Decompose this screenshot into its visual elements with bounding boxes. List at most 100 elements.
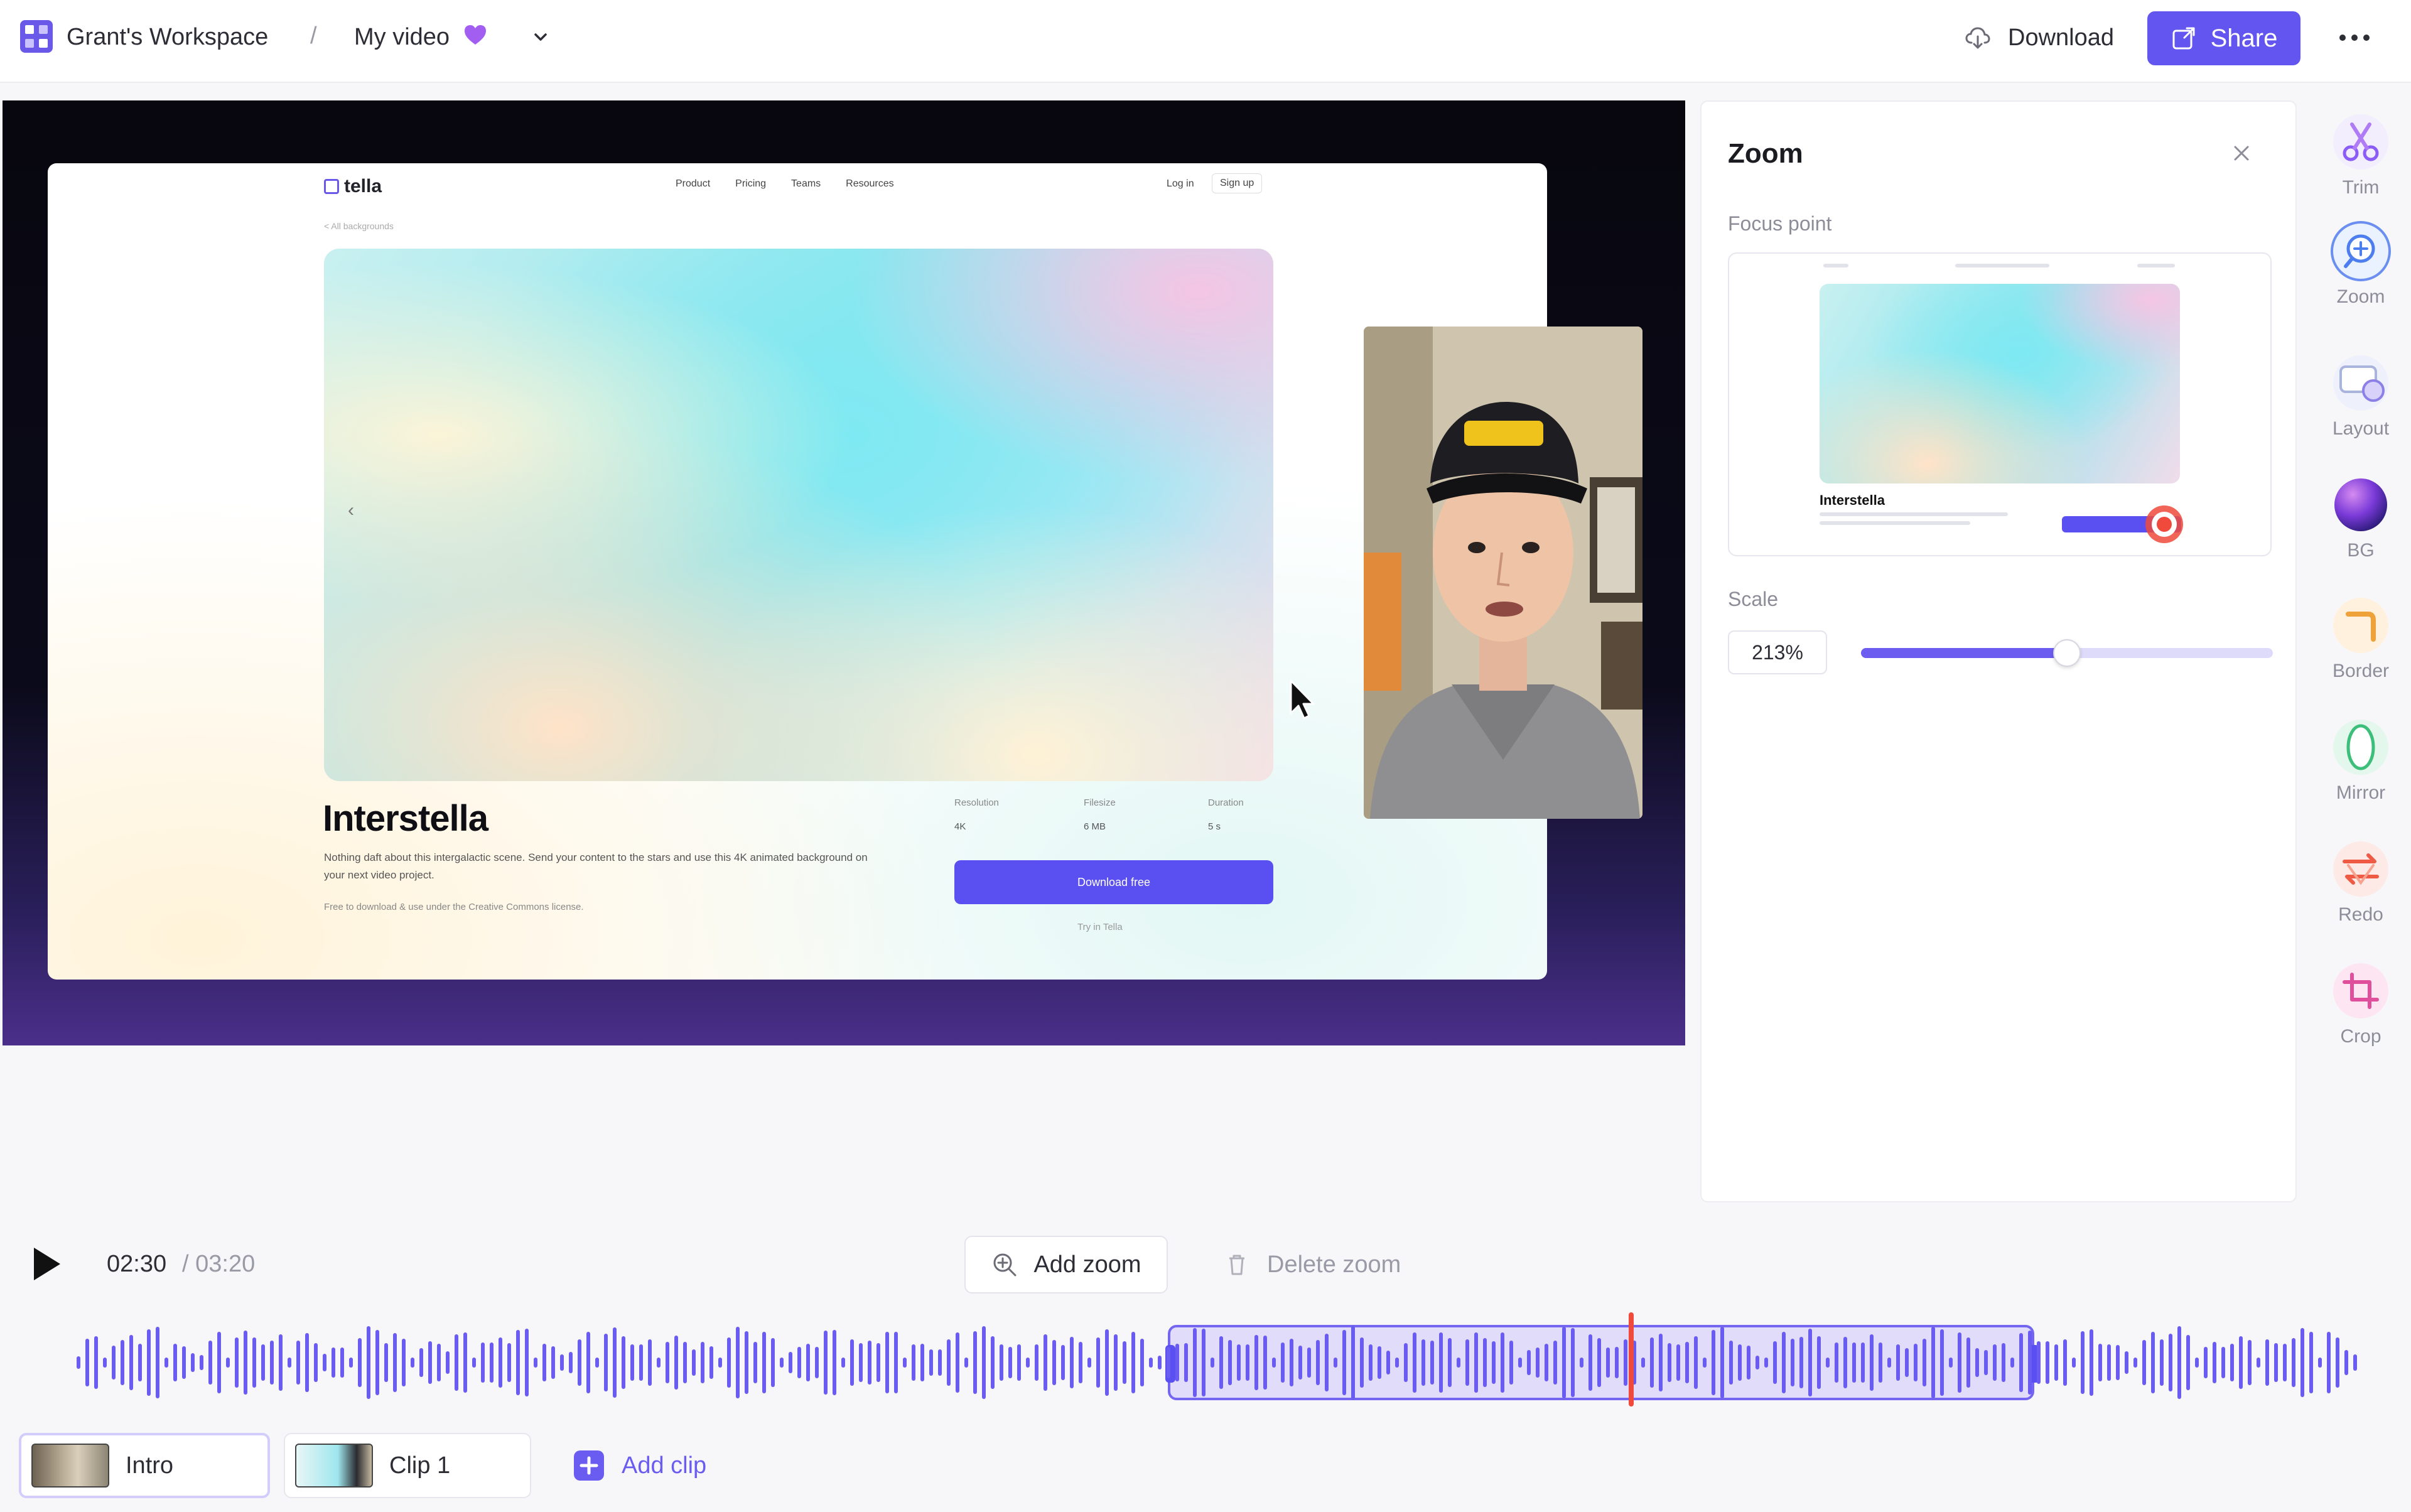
clip-1[interactable]: Clip 1 (284, 1433, 531, 1498)
waveform-bar (1158, 1356, 1162, 1369)
workspace-logo-icon[interactable] (20, 20, 53, 53)
focus-target-icon[interactable] (2142, 502, 2186, 546)
waveform-bar (1237, 1344, 1241, 1381)
waveform-bar (103, 1358, 107, 1368)
waveform-bar (542, 1344, 546, 1381)
waveform-bar (367, 1326, 370, 1399)
focus-point-picker[interactable]: Interstella (1728, 252, 2272, 556)
waveform-bar (868, 1341, 871, 1385)
waveform-bar (1035, 1344, 1038, 1381)
waveform-bar (288, 1358, 291, 1368)
more-options-icon[interactable] (2336, 19, 2373, 57)
waveform-bar (780, 1358, 784, 1368)
waveform-bar (1404, 1343, 1408, 1382)
thumb-hero-image (1820, 284, 2180, 483)
waveform-bar (1211, 1358, 1214, 1368)
waveform-bar (1896, 1344, 1900, 1381)
waveform-bar (1879, 1342, 1882, 1383)
waveform-bar (2002, 1343, 2005, 1382)
total-time: / 03:20 (182, 1251, 256, 1277)
waveform-bar (2318, 1358, 2322, 1368)
share-button[interactable]: Share (2147, 11, 2300, 65)
waveform-bar (920, 1344, 924, 1381)
waveform-bar (956, 1332, 959, 1393)
waveform-bar (1096, 1337, 1100, 1388)
waveform-bar (947, 1339, 951, 1386)
waveform-bar (507, 1343, 511, 1382)
waveform-bar (903, 1358, 907, 1368)
waveform-bar (2274, 1343, 2278, 1382)
waveform-bar (771, 1338, 775, 1387)
waveform-bar (472, 1358, 476, 1368)
waveform-bar (252, 1337, 256, 1388)
waveform-bar (1413, 1332, 1416, 1393)
waveform-bar (2116, 1345, 2120, 1380)
waveform-bar (173, 1344, 177, 1381)
video-preview[interactable]: tella Product Pricing Teams Resources Lo… (3, 100, 1685, 1045)
tool-crop[interactable]: Crop (2317, 959, 2405, 1060)
waveform-bar (2309, 1332, 2313, 1393)
timeline[interactable] (75, 1312, 2361, 1413)
waveform-bar (1193, 1328, 1197, 1397)
waveform-bar (1228, 1340, 1232, 1385)
waveform-bar (876, 1343, 880, 1382)
tool-bg[interactable]: BG (2317, 473, 2405, 574)
clip-intro[interactable]: Intro (19, 1433, 270, 1498)
video-title[interactable]: My video (354, 24, 450, 51)
add-clip-button[interactable]: Add clip (571, 1444, 706, 1487)
waveform-bar (1298, 1346, 1302, 1380)
cloud-download-icon (1965, 27, 1990, 49)
workspace-name[interactable]: Grant's Workspace (67, 24, 268, 51)
playhead[interactable] (1629, 1312, 1634, 1407)
waveform-bar (2204, 1347, 2208, 1378)
waveform-bar (1914, 1344, 1917, 1381)
waveform-bar (85, 1339, 89, 1386)
delete-zoom-label: Delete zoom (1267, 1251, 1401, 1278)
waveform-bar (2107, 1344, 2111, 1381)
waveform-bar (727, 1337, 731, 1388)
waveform-bar (1870, 1334, 1874, 1391)
tool-layout[interactable]: Layout (2317, 352, 2405, 452)
waveform-bar (1008, 1347, 1012, 1378)
waveform-bar (613, 1327, 617, 1398)
tool-mirror[interactable]: Mirror (2317, 716, 2405, 816)
tool-border[interactable]: Border (2317, 594, 2405, 694)
waveform-bar (1290, 1339, 1293, 1386)
mirror-icon (2333, 720, 2388, 775)
waveform-bar (2072, 1358, 2076, 1368)
layout-icon (2333, 355, 2388, 411)
scale-slider-thumb[interactable] (2053, 639, 2081, 667)
waveform-bar (1756, 1356, 1759, 1369)
waveform-bar (674, 1336, 678, 1390)
tool-redo[interactable]: Redo (2317, 838, 2405, 938)
download-button[interactable]: Download (1951, 19, 2127, 57)
waveform-bar (2028, 1331, 2032, 1395)
close-icon[interactable] (2229, 141, 2254, 166)
chevron-down-icon[interactable] (531, 28, 550, 46)
waveform-bar (2010, 1358, 2014, 1368)
waveform-bar (244, 1331, 247, 1395)
waveform-bar (1518, 1358, 1522, 1368)
meta-value: 5 s (1208, 821, 1221, 832)
waveform-bar (1281, 1342, 1285, 1383)
play-icon[interactable] (31, 1246, 62, 1282)
tool-zoom[interactable]: Zoom (2317, 220, 2405, 320)
waveform-bar (2239, 1336, 2243, 1389)
scale-slider[interactable] (1861, 639, 2273, 667)
waveform-bar (1044, 1334, 1047, 1391)
waveform-bar (129, 1335, 133, 1390)
waveform-bar (261, 1344, 265, 1381)
tool-trim[interactable]: Trim (2317, 111, 2405, 211)
add-zoom-button[interactable]: Add zoom (964, 1236, 1168, 1293)
waveform-bar (2063, 1339, 2067, 1386)
waveform-bar (1773, 1341, 1777, 1384)
delete-zoom-button[interactable]: Delete zoom (1224, 1236, 1401, 1293)
waveform-bar (2336, 1337, 2339, 1388)
waveform-bar (1808, 1329, 1812, 1396)
webcam-overlay[interactable] (1364, 327, 1642, 819)
waveform-bar (516, 1330, 520, 1395)
clip-thumbnail (31, 1444, 109, 1488)
scale-input[interactable]: 213% (1728, 630, 1827, 674)
waveform-bar (182, 1346, 186, 1379)
waveform-bar (208, 1341, 212, 1385)
